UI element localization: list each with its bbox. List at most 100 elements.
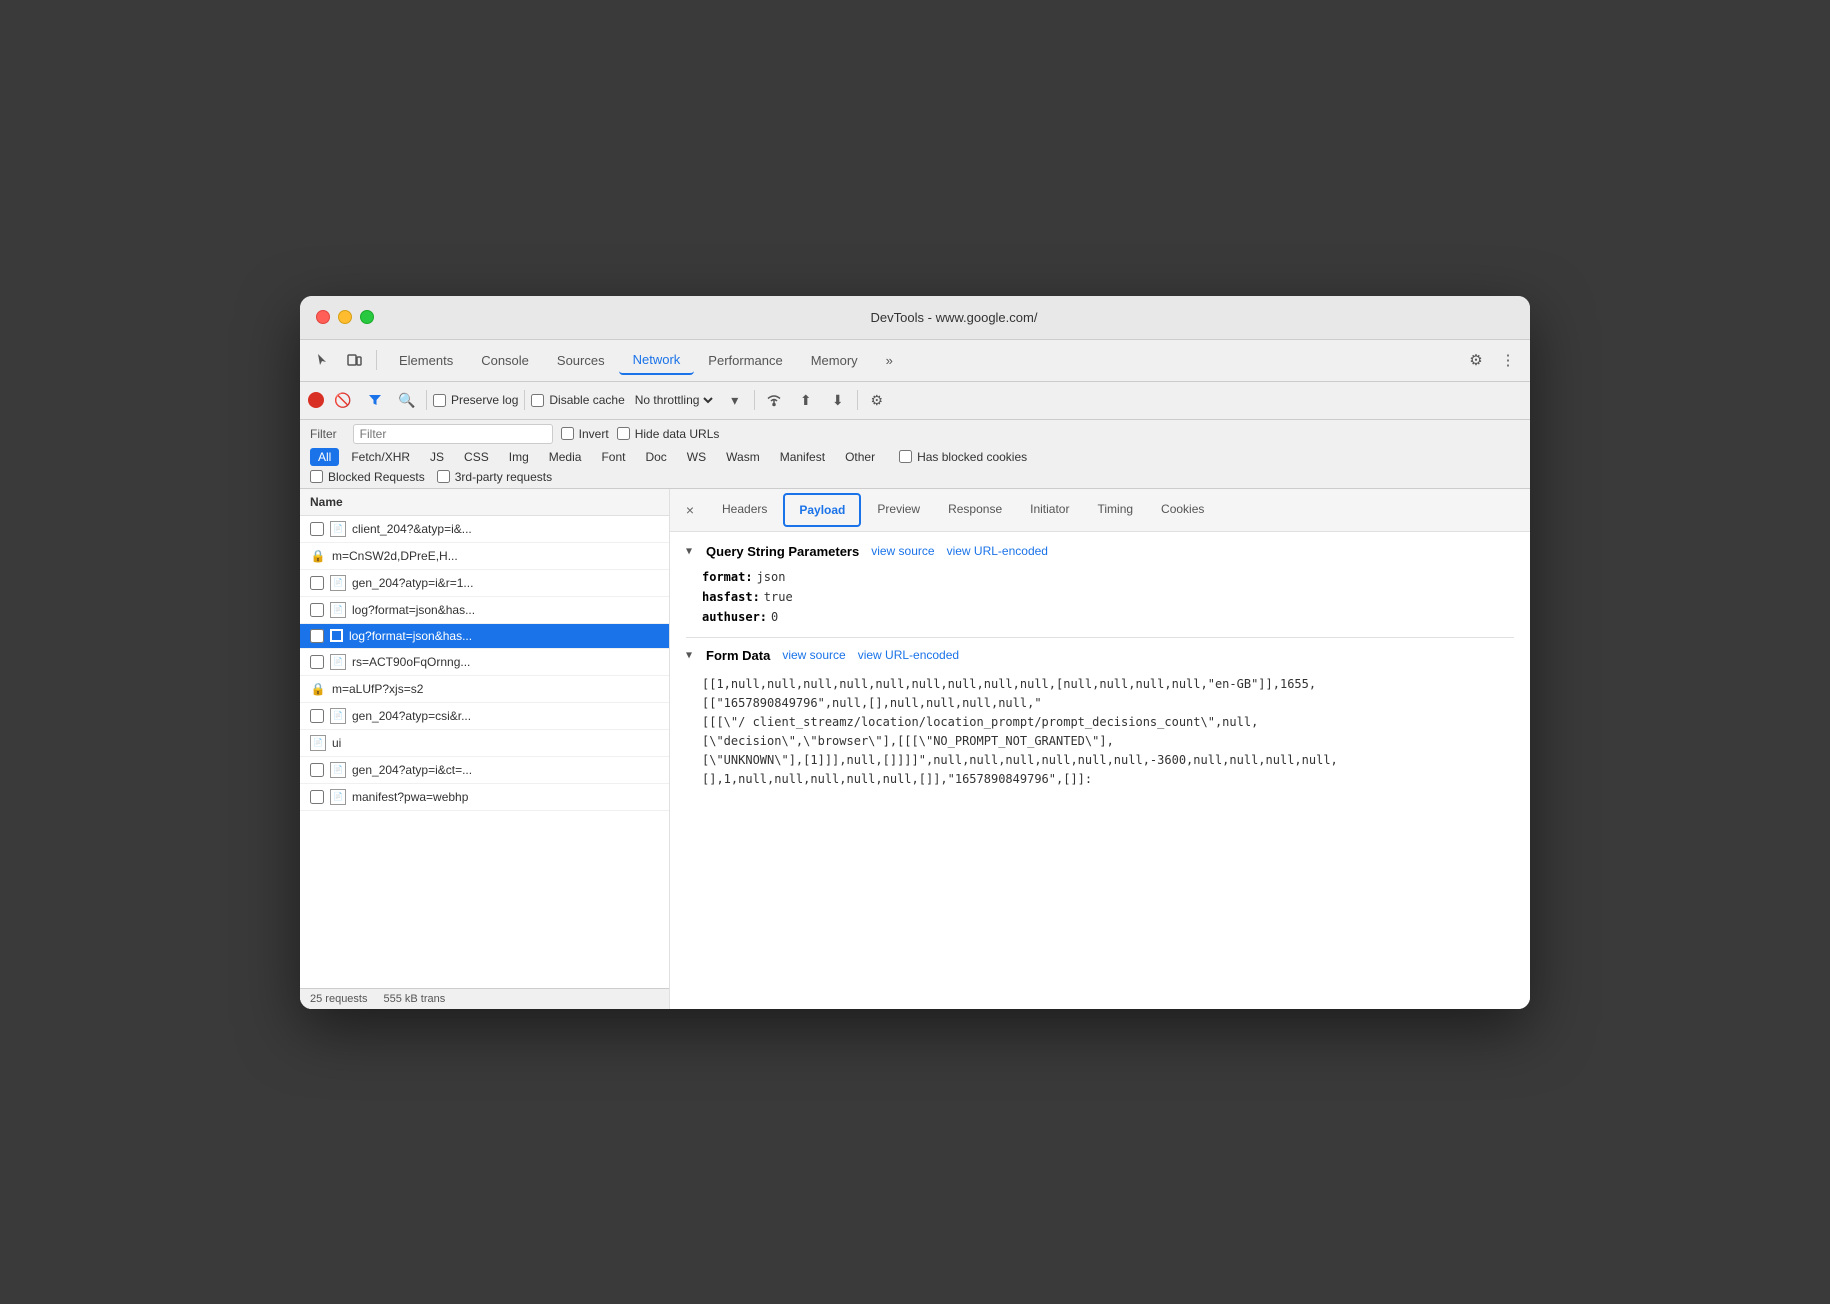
throttle-select[interactable]: No throttling [631, 392, 716, 408]
network-settings-icon[interactable]: ⚙ [864, 387, 890, 413]
tab-more[interactable]: » [872, 347, 907, 374]
tab-response[interactable]: Response [934, 494, 1016, 526]
triangle-icon: ▼ [686, 546, 692, 557]
request-checkbox[interactable] [310, 763, 324, 777]
doc-icon: 📄 [330, 789, 346, 805]
has-blocked-cookies-checkbox[interactable] [899, 450, 912, 463]
tab-performance[interactable]: Performance [694, 347, 796, 374]
request-count: 25 requests [310, 993, 367, 1005]
form-data-line: [[[\"/ client_streamz/location/location_… [702, 713, 1498, 732]
third-party-checkbox[interactable] [437, 470, 450, 483]
list-item[interactable]: 📄 gen_204?atyp=i&ct=... [300, 757, 669, 784]
param-key-authuser: authuser: [702, 610, 767, 624]
tab-elements[interactable]: Elements [385, 347, 467, 374]
filter-doc-btn[interactable]: Doc [637, 448, 674, 466]
checkbox-icon [330, 629, 343, 642]
param-row-authuser: authuser: 0 [686, 607, 1514, 627]
filter-css-btn[interactable]: CSS [456, 448, 497, 466]
filter-row3: Blocked Requests 3rd-party requests [310, 470, 1520, 484]
list-item[interactable]: 🔒 m=CnSW2d,DPreE,H... [300, 543, 669, 570]
list-item[interactable]: 📄 gen_204?atyp=i&r=1... [300, 570, 669, 597]
blocked-requests-label[interactable]: Blocked Requests [310, 470, 425, 484]
preserve-log-checkbox[interactable] [433, 394, 446, 407]
second-toolbar: 🚫 🔍 Preserve log Disable cache No thrott… [300, 382, 1530, 420]
minimize-button[interactable] [338, 310, 352, 324]
throttle-chevron-icon[interactable]: ▾ [722, 387, 748, 413]
request-checkbox[interactable] [310, 709, 324, 723]
wifi-settings-icon[interactable] [761, 387, 787, 413]
disable-cache-label[interactable]: Disable cache [531, 393, 624, 407]
request-checkbox[interactable] [310, 603, 324, 617]
titlebar: DevTools - www.google.com/ [300, 296, 1530, 340]
tab-sources[interactable]: Sources [543, 347, 619, 374]
disable-cache-checkbox[interactable] [531, 394, 544, 407]
tab-payload[interactable]: Payload [783, 493, 861, 527]
download-icon[interactable]: ⬇ [825, 387, 851, 413]
close-button[interactable] [316, 310, 330, 324]
upload-icon[interactable]: ⬆ [793, 387, 819, 413]
tab-timing[interactable]: Timing [1083, 494, 1147, 526]
invert-label[interactable]: Invert [561, 427, 609, 441]
more-options-icon[interactable]: ⋮ [1494, 346, 1522, 374]
form-data-title: Form Data [706, 648, 770, 663]
hide-data-urls-checkbox[interactable] [617, 427, 630, 440]
maximize-button[interactable] [360, 310, 374, 324]
form-view-source-link[interactable]: view source [782, 648, 845, 662]
cursor-icon[interactable] [308, 346, 336, 374]
filter-img-btn[interactable]: Img [501, 448, 537, 466]
list-item[interactable]: 📄 manifest?pwa=webhp [300, 784, 669, 811]
filter-input[interactable] [353, 424, 553, 444]
hide-data-urls-label[interactable]: Hide data URLs [617, 427, 720, 441]
third-party-label[interactable]: 3rd-party requests [437, 470, 552, 484]
close-panel-button[interactable]: × [678, 498, 702, 522]
list-item[interactable]: 📄 log?format=json&has... [300, 597, 669, 624]
has-blocked-cookies-label[interactable]: Has blocked cookies [899, 450, 1027, 464]
settings-icon[interactable]: ⚙ [1462, 346, 1490, 374]
tab-initiator[interactable]: Initiator [1016, 494, 1083, 526]
request-checkbox[interactable] [310, 629, 324, 643]
tab-console[interactable]: Console [467, 347, 543, 374]
request-checkbox[interactable] [310, 790, 324, 804]
tab-memory[interactable]: Memory [797, 347, 872, 374]
param-row-format: format: json [686, 567, 1514, 587]
preserve-log-label[interactable]: Preserve log [433, 393, 518, 407]
filter-media-btn[interactable]: Media [541, 448, 590, 466]
filter-other-btn[interactable]: Other [837, 448, 883, 466]
query-view-url-encoded-link[interactable]: view URL-encoded [947, 544, 1048, 558]
request-checkbox[interactable] [310, 655, 324, 669]
param-value-format: json [757, 570, 786, 584]
device-toggle-icon[interactable] [340, 346, 368, 374]
filter-js-btn[interactable]: JS [422, 448, 452, 466]
invert-checkbox[interactable] [561, 427, 574, 440]
list-item[interactable]: 📄 rs=ACT90oFqOrnng... [300, 649, 669, 676]
filter-wasm-btn[interactable]: Wasm [718, 448, 768, 466]
list-item[interactable]: 📄 client_204?&atyp=i&... [300, 516, 669, 543]
list-item[interactable]: 📄 ui [300, 730, 669, 757]
filter-font-btn[interactable]: Font [593, 448, 633, 466]
tab-headers[interactable]: Headers [708, 494, 781, 526]
tab-network[interactable]: Network [619, 346, 695, 375]
filter-ws-btn[interactable]: WS [679, 448, 714, 466]
filter-fetch-btn[interactable]: Fetch/XHR [343, 448, 418, 466]
list-item-selected[interactable]: log?format=json&has... [300, 624, 669, 649]
query-view-source-link[interactable]: view source [871, 544, 934, 558]
param-row-hasfast: hasfast: true [686, 587, 1514, 607]
filter-icon[interactable] [362, 387, 388, 413]
tab-bar: Elements Console Sources Network Perform… [385, 346, 1458, 375]
request-checkbox[interactable] [310, 522, 324, 536]
filter-manifest-btn[interactable]: Manifest [772, 448, 833, 466]
request-checkbox[interactable] [310, 576, 324, 590]
form-view-url-encoded-link[interactable]: view URL-encoded [858, 648, 959, 662]
param-key-hasfast: hasfast: [702, 590, 760, 604]
record-button[interactable] [308, 392, 324, 408]
tab-preview[interactable]: Preview [863, 494, 934, 526]
filter-all-btn[interactable]: All [310, 448, 339, 466]
blocked-requests-checkbox[interactable] [310, 470, 323, 483]
list-item[interactable]: 🔒 m=aLUfP?xjs=s2 [300, 676, 669, 703]
tab-cookies[interactable]: Cookies [1147, 494, 1218, 526]
main-content: Name 📄 client_204?&atyp=i&... 🔒 m=CnSW2d… [300, 489, 1530, 1009]
clear-icon[interactable]: 🚫 [330, 387, 356, 413]
param-value-hasfast: true [764, 590, 793, 604]
list-item[interactable]: 📄 gen_204?atyp=csi&r... [300, 703, 669, 730]
search-icon[interactable]: 🔍 [394, 387, 420, 413]
